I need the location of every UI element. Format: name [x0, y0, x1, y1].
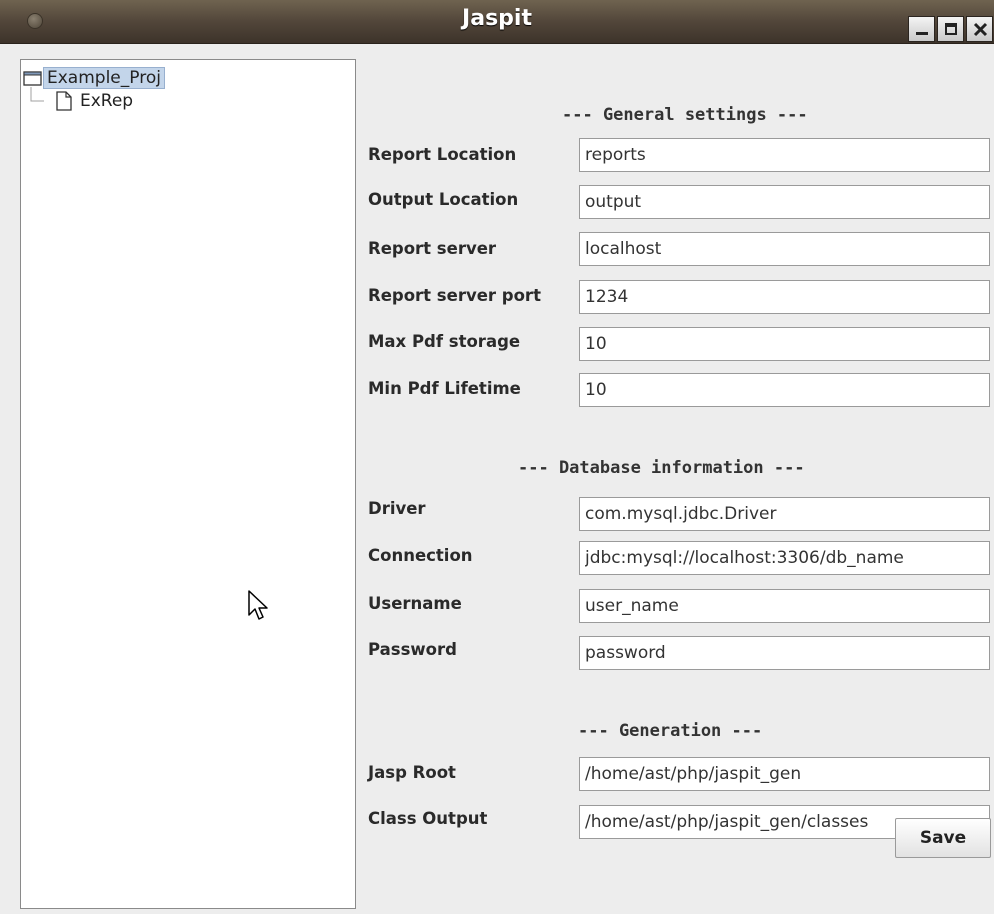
tree-connector — [30, 87, 44, 102]
report-server-port-label: Report server port — [368, 286, 541, 305]
jasp-root-field[interactable] — [579, 757, 990, 791]
mouse-pointer-icon — [248, 590, 268, 620]
maximize-icon[interactable] — [937, 16, 964, 42]
main-panel: Example_Proj ExRep --- General settings … — [0, 44, 994, 914]
project-tree[interactable]: Example_Proj ExRep — [20, 59, 356, 909]
report-server-port-field[interactable] — [579, 280, 990, 314]
report-location-field[interactable] — [579, 138, 990, 172]
output-location-field[interactable] — [579, 185, 990, 219]
username-label: Username — [368, 594, 462, 613]
driver-field[interactable] — [579, 497, 990, 531]
tree-node-label: ExRep — [80, 91, 134, 111]
username-field[interactable] — [579, 589, 990, 623]
password-label: Password — [368, 640, 457, 659]
title-bar: Jaspit — [0, 0, 994, 44]
max-pdf-storage-field[interactable] — [579, 327, 990, 361]
jasp-root-label: Jasp Root — [368, 763, 456, 782]
connection-label: Connection — [368, 546, 473, 565]
file-icon — [56, 91, 72, 111]
tree-node-report[interactable]: ExRep — [55, 89, 136, 113]
window-title: Jaspit — [462, 6, 532, 31]
report-location-label: Report Location — [368, 145, 517, 164]
general-settings-heading: --- General settings --- — [562, 105, 808, 125]
output-location-label: Output Location — [368, 190, 519, 209]
save-button[interactable]: Save — [895, 818, 991, 858]
password-field[interactable] — [579, 636, 990, 670]
tree-node-label: Example_Proj — [43, 67, 165, 89]
report-server-label: Report server — [368, 239, 497, 258]
min-pdf-lifetime-field[interactable] — [579, 373, 990, 407]
min-pdf-lifetime-label: Min Pdf Lifetime — [368, 379, 521, 398]
folder-icon — [23, 71, 42, 86]
class-output-label: Class Output — [368, 809, 488, 828]
connection-field[interactable] — [579, 541, 990, 575]
minimize-icon[interactable] — [908, 16, 935, 42]
close-icon[interactable] — [966, 16, 993, 42]
max-pdf-storage-label: Max Pdf storage — [368, 332, 521, 351]
driver-label: Driver — [368, 499, 426, 518]
report-server-field[interactable] — [579, 232, 990, 266]
generation-heading: --- Generation --- — [578, 721, 763, 741]
database-info-heading: --- Database information --- — [518, 458, 805, 478]
